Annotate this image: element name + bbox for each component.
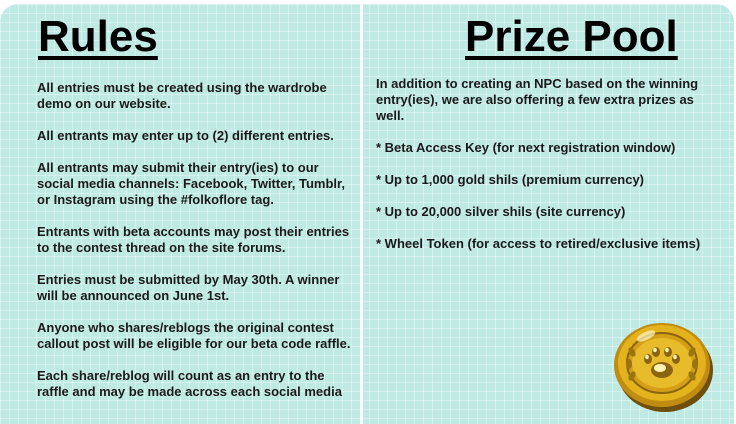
prize-item: * Wheel Token (for access to retired/exc… <box>376 236 701 251</box>
prize-item: * Beta Access Key (for next registration… <box>376 140 676 155</box>
prize-item: * Up to 1,000 gold shils (premium curren… <box>376 172 645 187</box>
rules-paragraph: All entries must be created using the wa… <box>37 80 327 111</box>
prize-pool-list: In addition to creating an NPC based on … <box>376 76 721 268</box>
contest-board: Rules All entries must be created using … <box>0 4 734 424</box>
rules-title: Rules <box>38 12 158 61</box>
prize-pool-title: Prize Pool <box>465 12 678 61</box>
rules-paragraph: Each share/reblog will count as an entry… <box>37 368 342 399</box>
rules-paragraph: Entrants with beta accounts may post the… <box>37 224 350 255</box>
rules-list: All entries must be created using the wa… <box>37 80 357 416</box>
rules-paragraph: Entries must be submitted by May 30th. A… <box>37 272 340 303</box>
column-divider <box>360 4 363 424</box>
rules-paragraph: All entrants may enter up to (2) differe… <box>37 128 334 143</box>
prize-intro: In addition to creating an NPC based on … <box>376 76 699 123</box>
rules-paragraph: Anyone who shares/reblogs the original c… <box>37 320 351 351</box>
rules-paragraph: All entrants may submit their entry(ies)… <box>37 160 345 207</box>
gold-coin-paw-icon <box>614 323 713 412</box>
prize-item: * Up to 20,000 silver shils (site curren… <box>376 204 626 219</box>
